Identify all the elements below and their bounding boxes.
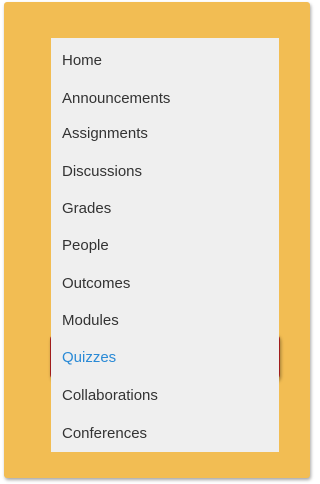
nav-item-people[interactable]: People: [51, 228, 279, 264]
nav-item-home[interactable]: Home: [51, 43, 279, 79]
nav-item-grades[interactable]: Grades: [51, 191, 279, 227]
course-navigation: Home Announcements Assignments Discussio…: [51, 38, 279, 452]
nav-item-conferences[interactable]: Conferences: [51, 416, 279, 452]
nav-item-outcomes[interactable]: Outcomes: [51, 266, 279, 302]
nav-item-modules[interactable]: Modules: [51, 303, 279, 339]
nav-item-discussions[interactable]: Discussions: [51, 154, 279, 190]
nav-item-collaborations[interactable]: Collaborations: [51, 378, 279, 414]
nav-item-assignments[interactable]: Assignments: [51, 116, 279, 152]
nav-item-quizzes[interactable]: Quizzes: [51, 340, 279, 376]
nav-item-announcements[interactable]: Announcements: [51, 81, 279, 117]
